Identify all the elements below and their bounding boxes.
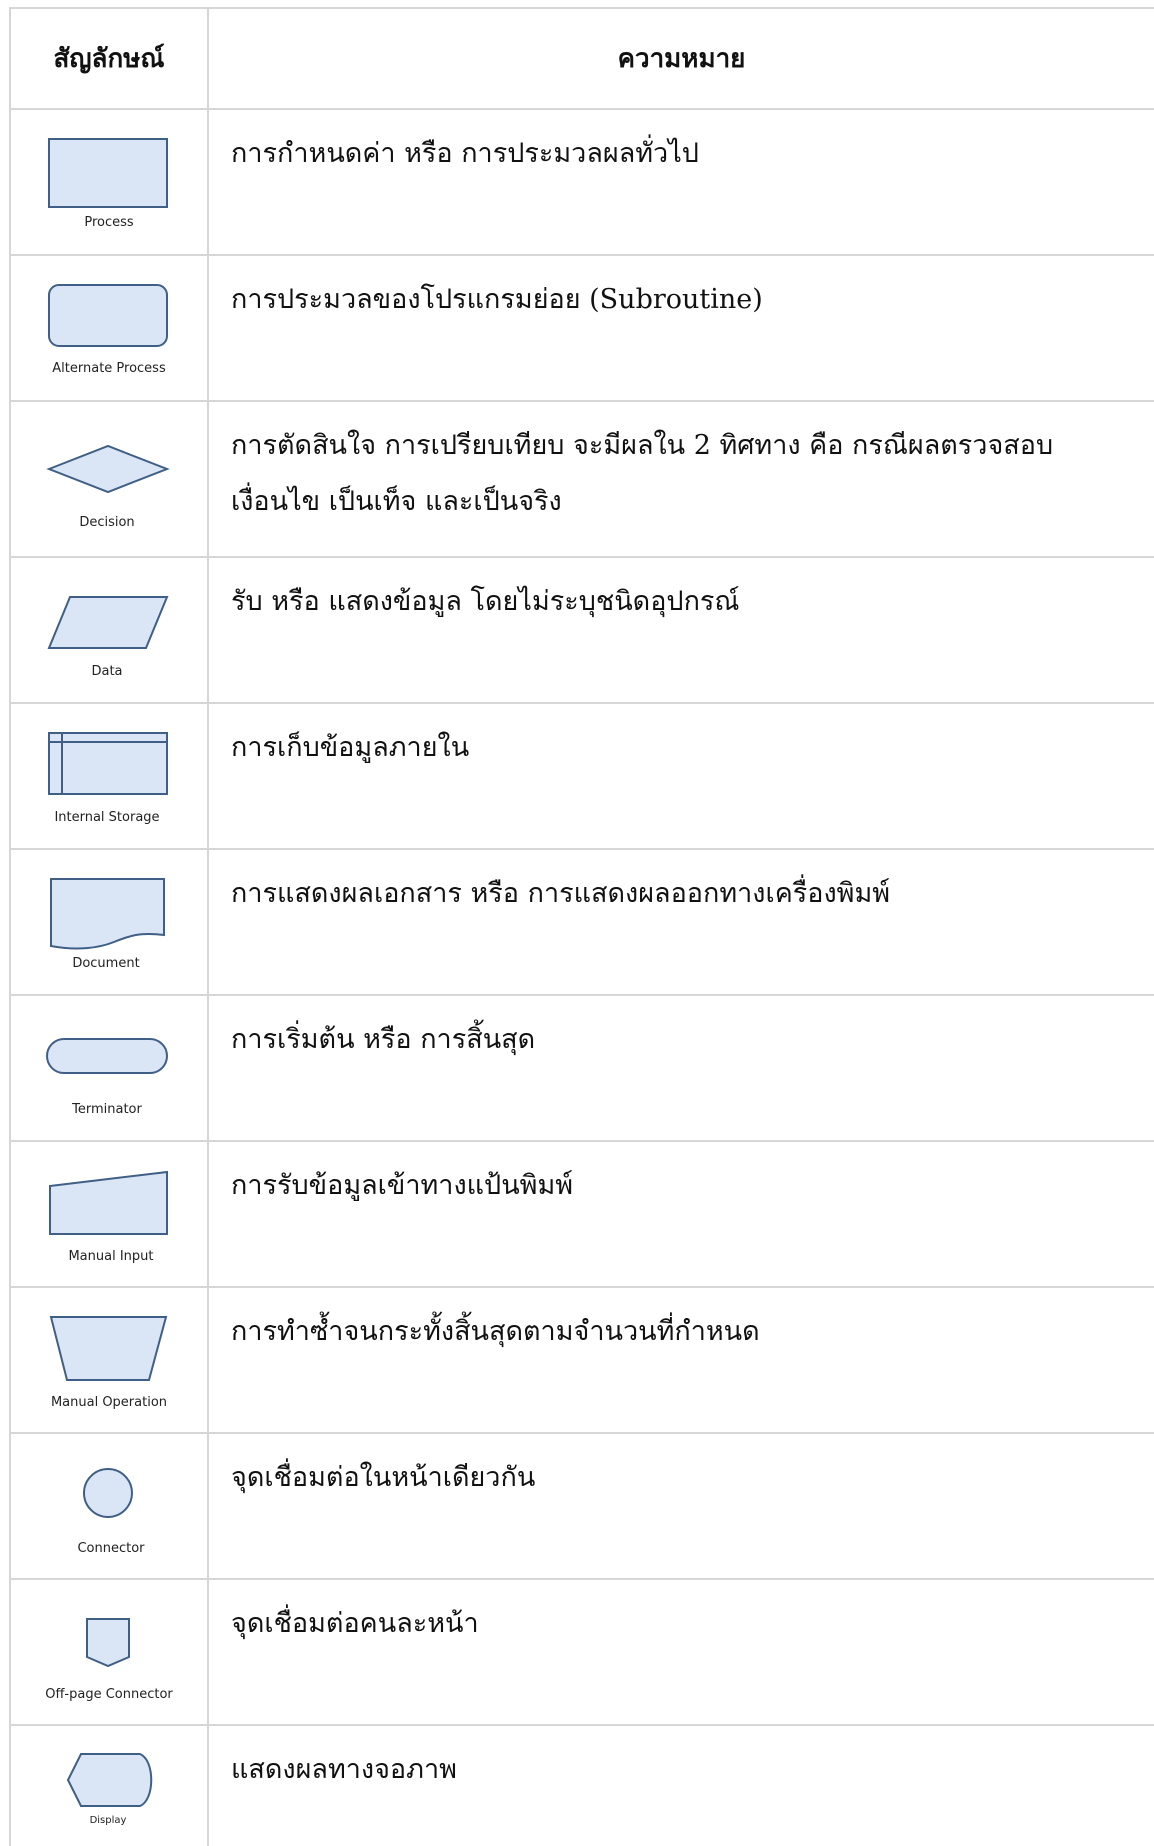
meaning-text: การรับข้อมูลเข้าทางแป้นพิมพ์: [231, 1170, 574, 1201]
table-row: Terminator การเริ่มต้น หรือ การสิ้นสุด: [9, 994, 1154, 1142]
table-row: Process การกำหนดค่า หรือ การประมวลผลทั่ว…: [9, 108, 1154, 256]
meaning-text: การเริ่มต้น หรือ การสิ้นสุด: [231, 1024, 536, 1055]
symbol-label: Off-page Connector: [45, 1687, 173, 1702]
rounded-rectangle-icon: [48, 284, 168, 347]
table-row: Off-page Connector จุดเชื่อมต่อคนละหน้า: [9, 1578, 1154, 1726]
process-rectangle-icon: [48, 138, 168, 208]
meaning-text: จุดเชื่อมต่อในหน้าเดียวกัน: [231, 1462, 536, 1493]
diamond-icon: [46, 444, 170, 494]
symbol-label: Decision: [79, 515, 135, 530]
table-row: Data รับ หรือ แสดงข้อมูล โดยไม่ระบุชนิดอ…: [9, 556, 1154, 704]
symbol-label: Data: [91, 664, 123, 679]
meaning-text: การเก็บข้อมูลภายใน: [231, 732, 470, 763]
parallelogram-icon: [47, 596, 169, 649]
symbol-legend-table: สัญลักษณ์ ความหมาย Process การกำหนดค่า ห…: [9, 7, 1154, 1846]
off-page-connector-icon: [86, 1618, 130, 1668]
header-symbol: สัญลักษณ์: [9, 7, 209, 110]
circle-icon: [83, 1468, 133, 1518]
meaning-text: การประมวลของโปรแกรมย่อย (Subroutine): [231, 284, 763, 315]
table-row: Connector จุดเชื่อมต่อในหน้าเดียวกัน: [9, 1432, 1154, 1580]
table-header-row: สัญลักษณ์ ความหมาย: [9, 7, 1154, 110]
document-icon: [50, 878, 165, 950]
meaning-text: การทำซ้ำจนกระทั้งสิ้นสุดตามจำนวนที่กำหนด: [231, 1316, 760, 1347]
table-row: Alternate Process การประมวลของโปรแกรมย่อ…: [9, 254, 1154, 402]
display-icon: [66, 1753, 153, 1807]
header-meaning: ความหมาย: [208, 7, 1154, 110]
table-row: Manual Input การรับข้อมูลเข้าทางแป้นพิมพ…: [9, 1140, 1154, 1288]
meaning-text: จุดเชื่อมต่อคนละหน้า: [231, 1608, 479, 1639]
table-row: Display แสดงผลทางจอภาพ: [9, 1724, 1154, 1846]
internal-storage-icon: [48, 732, 168, 795]
symbol-label: Process: [84, 215, 134, 230]
meaning-text: การกำหนดค่า หรือ การประมวลผลทั่วไป: [231, 138, 699, 169]
table-row: Decision การตัดสินใจ การเปรียบเทียบ จะมี…: [9, 400, 1154, 558]
manual-input-icon: [49, 1170, 168, 1235]
trapezoid-icon: [49, 1316, 168, 1381]
table-row: Document การแสดงผลเอกสาร หรือ การแสดงผลอ…: [9, 848, 1154, 996]
symbol-label: Manual Input: [68, 1249, 154, 1264]
symbol-label: Terminator: [72, 1102, 142, 1117]
table-row: Internal Storage การเก็บข้อมูลภายใน: [9, 702, 1154, 850]
meaning-text: แสดงผลทางจอภาพ: [231, 1754, 457, 1785]
symbol-label: Manual Operation: [50, 1395, 168, 1410]
symbol-label: Connector: [77, 1541, 145, 1556]
symbol-label: Alternate Process: [52, 361, 166, 376]
symbol-label: Display: [89, 1815, 127, 1826]
meaning-text: การตัดสินใจ การเปรียบเทียบ จะมีผลใน 2 ทิ…: [231, 430, 1054, 517]
meaning-text: รับ หรือ แสดงข้อมูล โดยไม่ระบุชนิดอุปกรณ…: [231, 586, 740, 617]
terminator-icon: [46, 1038, 168, 1074]
symbol-label: Internal Storage: [54, 810, 160, 825]
flowchart-symbol-legend-page: สัญลักษณ์ ความหมาย Process การกำหนดค่า ห…: [0, 0, 1154, 1846]
table-row: Manual Operation การทำซ้ำจนกระทั้งสิ้นสุ…: [9, 1286, 1154, 1434]
meaning-text: การแสดงผลเอกสาร หรือ การแสดงผลออกทางเครื…: [231, 878, 891, 909]
symbol-label: Document: [72, 956, 140, 971]
